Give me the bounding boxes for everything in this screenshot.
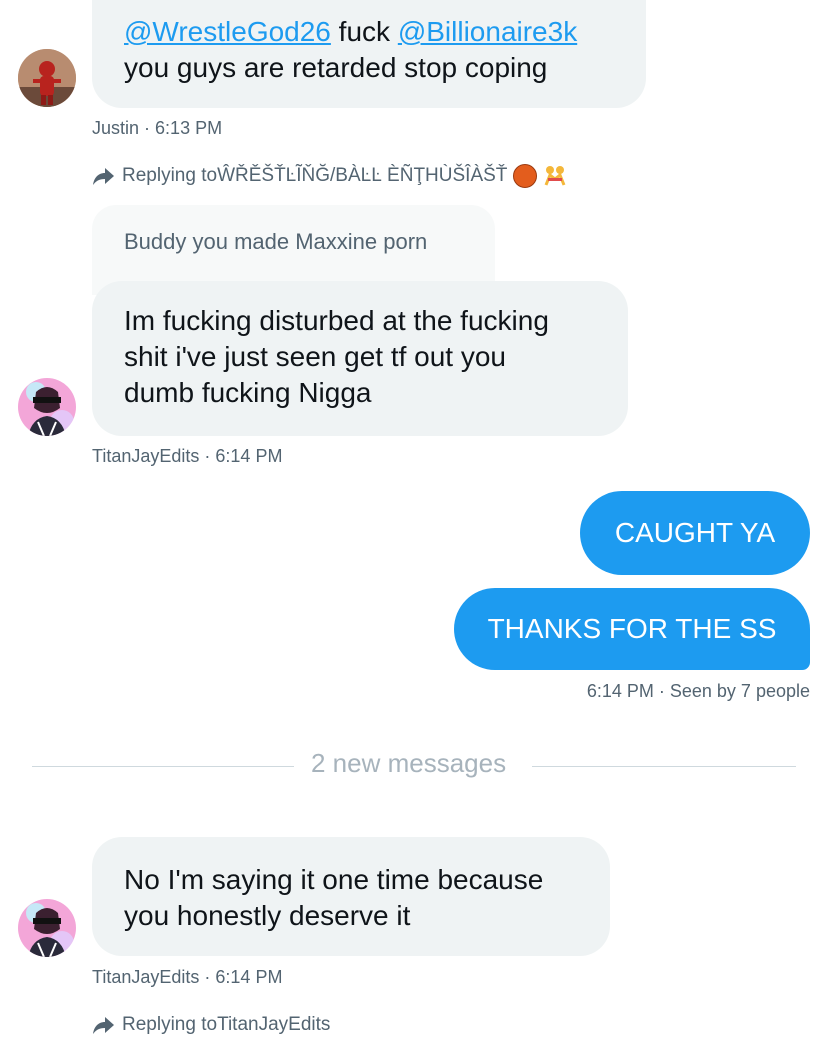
sender-name[interactable]: TitanJayEdits — [92, 967, 199, 987]
wrestlers-icon — [543, 165, 567, 187]
meta-separator: · — [204, 446, 216, 466]
avatar-image — [18, 49, 76, 107]
basketball-icon — [513, 164, 538, 188]
timestamp: 6:13 PM — [155, 118, 223, 138]
sender-name[interactable]: Justin — [92, 118, 139, 138]
reply-prefix: Replying to — [122, 165, 218, 186]
timestamp: 6:14 PM — [215, 446, 283, 466]
divider-line-left — [32, 766, 294, 767]
mention-link[interactable]: @Billionaire3k — [398, 16, 577, 47]
message-line: @WrestleGod26 fuck @Billionaire3k — [124, 14, 614, 50]
outgoing-message[interactable]: THANKS FOR THE SS — [454, 588, 810, 670]
message-meta: TitanJayEdits · 6:14 PM — [92, 967, 282, 988]
timestamp: 6:14 PM — [215, 967, 283, 987]
reply-context[interactable]: Replying to TitanJayEdits — [92, 1014, 330, 1036]
message-meta: Justin · 6:13 PM — [92, 118, 222, 139]
avatar-image — [18, 378, 76, 436]
message-text: THANKS FOR THE SS — [487, 613, 777, 644]
message-bubble-justin[interactable]: @WrestleGod26 fuck @Billionaire3k you gu… — [92, 0, 646, 108]
avatar-titanjay[interactable] — [18, 378, 76, 436]
avatar-image — [18, 899, 76, 957]
reply-prefix: Replying to — [122, 1014, 218, 1035]
reply-arrow-icon — [93, 168, 114, 185]
divider-line-right — [532, 766, 796, 767]
reply-context[interactable]: Replying to ŴŘĚŠŤĿĨŇĞ/BÀĿĿ ÈÑŢHÙŠÎÀŠŤ — [92, 164, 567, 188]
message-text: you guys are retarded stop coping — [124, 52, 548, 83]
reply-arrow-icon — [93, 1017, 114, 1034]
avatar-titanjay[interactable] — [18, 899, 76, 957]
meta-separator: · — [658, 681, 670, 701]
message-text: CAUGHT YA — [614, 517, 776, 548]
message-text: fuck — [330, 16, 398, 47]
message-text: No I'm saying it one time because — [124, 864, 544, 895]
reply-target: ŴŘĚŠŤĿĨŇĞ/BÀĿĿ ÈÑŢHÙŠÎÀŠŤ — [217, 165, 508, 186]
sender-name[interactable]: TitanJayEdits — [92, 446, 199, 466]
mention-link[interactable]: @WrestleGod26 — [124, 16, 331, 47]
meta-separator: · — [204, 967, 216, 987]
outgoing-message[interactable]: CAUGHT YA — [580, 491, 810, 575]
quoted-text: Buddy you made Maxxine porn — [124, 229, 428, 254]
avatar-justin[interactable] — [18, 49, 76, 107]
timestamp: 6:14 PM — [586, 681, 654, 701]
message-text: Im fucking disturbed at the fucking — [124, 305, 549, 336]
message-bubble-titanjay[interactable]: No I'm saying it one time because you ho… — [92, 837, 610, 956]
message-meta: TitanJayEdits · 6:14 PM — [92, 446, 282, 467]
outgoing-meta: 6:14 PM · Seen by 7 people — [587, 681, 810, 702]
seen-status[interactable]: Seen by 7 people — [670, 681, 810, 701]
new-messages-divider: 2 new messages — [311, 748, 507, 778]
message-text: you honestly deserve it — [124, 900, 411, 931]
message-bubble-titanjay[interactable]: Im fucking disturbed at the fucking shit… — [92, 281, 628, 436]
meta-separator: · — [144, 118, 156, 138]
message-text: dumb fucking Nigga — [124, 377, 372, 408]
reply-target: TitanJayEdits — [217, 1014, 331, 1035]
message-text: shit i've just seen get tf out you — [124, 341, 507, 372]
